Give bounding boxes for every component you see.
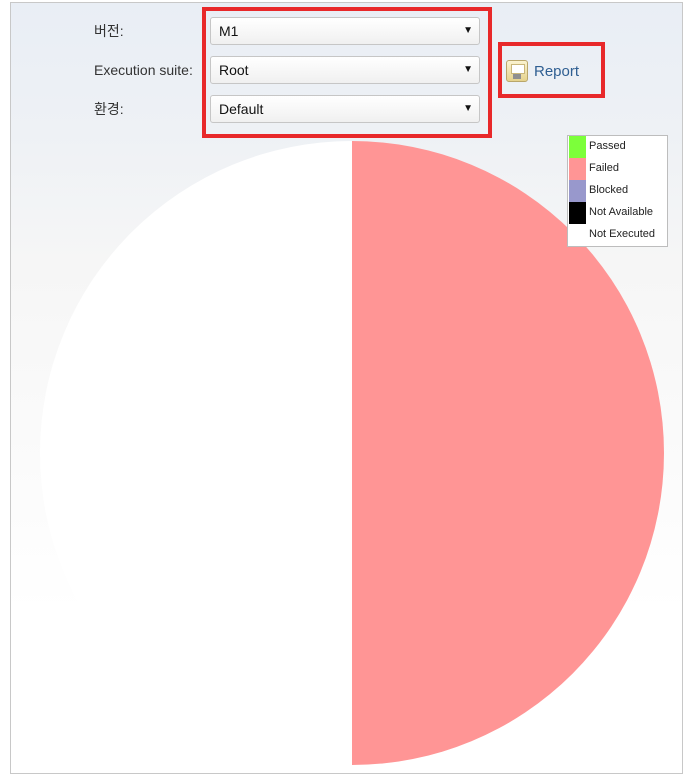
suite-label: Execution suite: xyxy=(94,62,193,78)
legend-item: Not Executed xyxy=(568,224,667,246)
chart-legend: Passed Failed Blocked Not Available Not Exec… xyxy=(567,135,668,247)
legend-item: Blocked xyxy=(568,180,667,202)
legend-label: Failed xyxy=(589,162,619,174)
version-label: 버전: xyxy=(94,23,124,39)
report-button[interactable]: Report xyxy=(506,56,579,86)
legend-label: Passed xyxy=(589,140,626,152)
legend-item: Failed xyxy=(568,158,667,180)
legend-swatch xyxy=(569,136,586,158)
legend-swatch xyxy=(569,158,586,180)
report-label: Report xyxy=(534,62,580,80)
legend-label: Blocked xyxy=(589,184,629,196)
save-disk-icon xyxy=(506,60,528,82)
legend-item: Not Available xyxy=(568,202,667,224)
pie-slice-not-executed xyxy=(40,141,352,765)
legend-swatch xyxy=(569,202,586,224)
legend-label: Not Available xyxy=(589,206,654,218)
legend-swatch xyxy=(569,224,586,246)
selects-highlight-box xyxy=(202,7,492,138)
legend-label: Not Executed xyxy=(589,228,656,240)
legend-item: Passed xyxy=(568,136,667,158)
environment-label: 환경: xyxy=(94,101,124,117)
legend-swatch xyxy=(569,180,586,202)
